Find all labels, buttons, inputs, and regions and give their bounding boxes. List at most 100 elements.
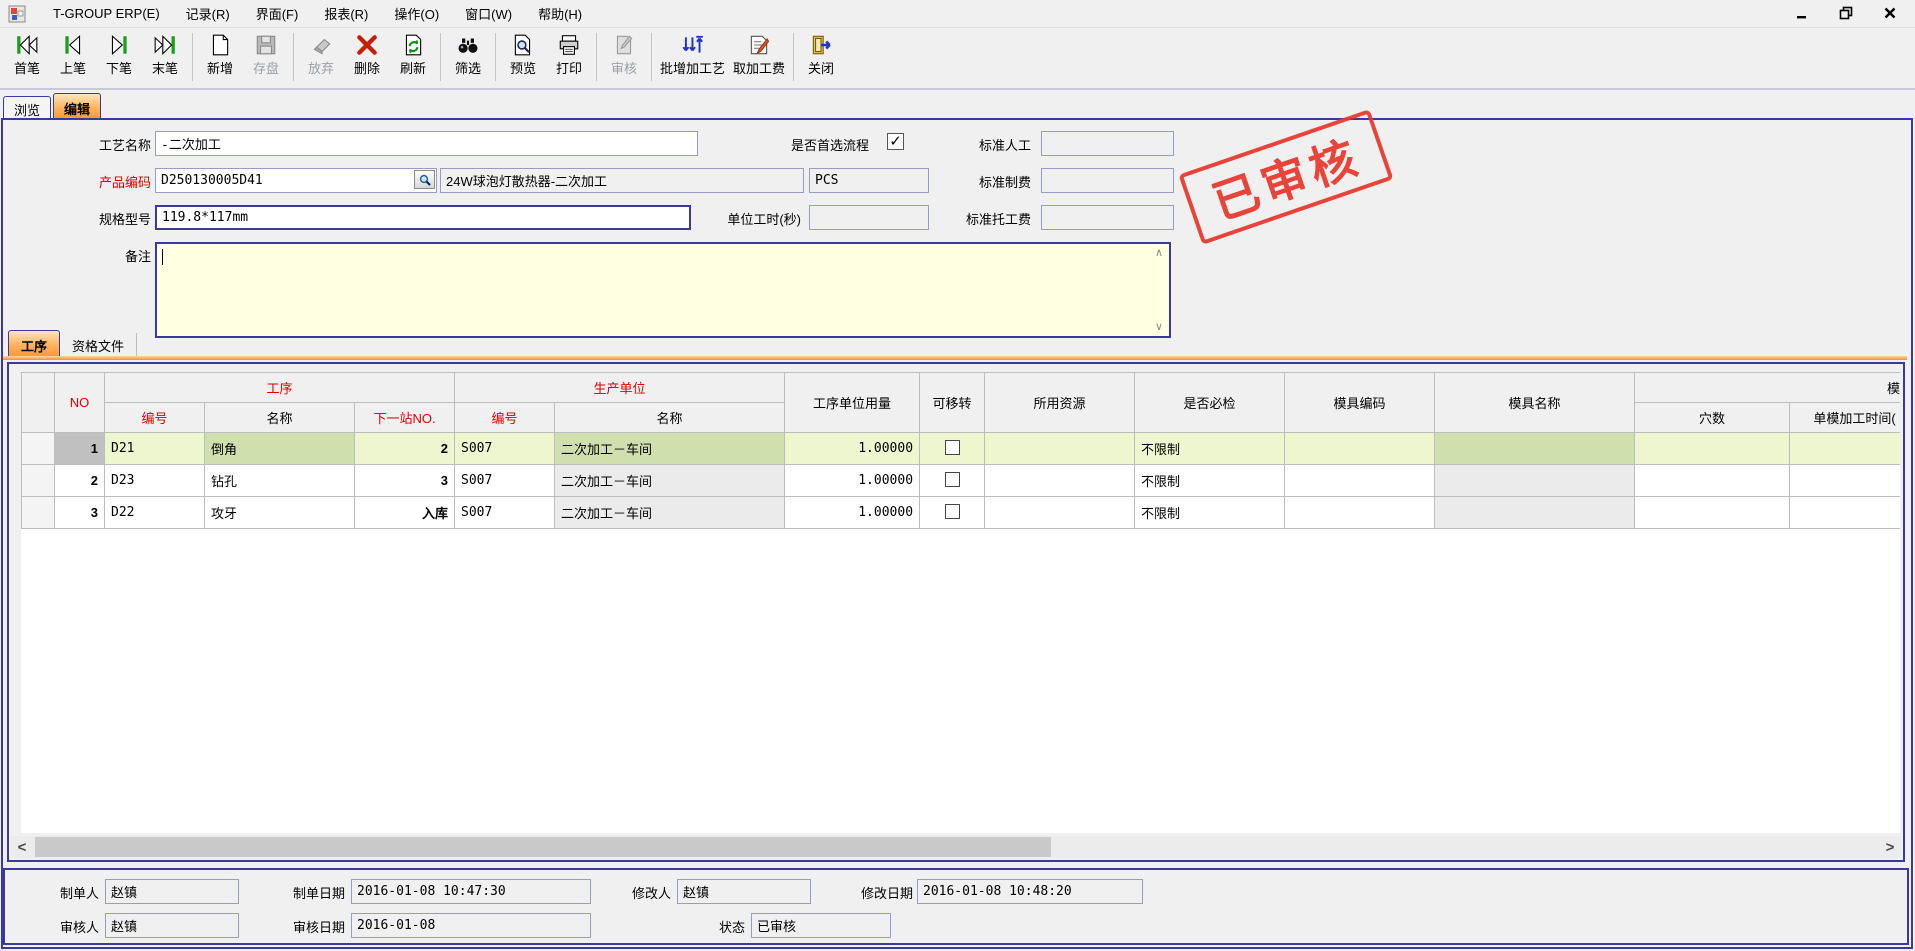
magnifier-icon: [418, 173, 432, 187]
horizontal-scrollbar[interactable]: < >: [11, 836, 1901, 858]
preferred-flow-checkbox[interactable]: ✓: [887, 133, 904, 150]
cell-movable[interactable]: [920, 497, 985, 529]
menu-item-tgroup-erp[interactable]: T-GROUP ERP(E): [40, 2, 173, 25]
cell-mold-name[interactable]: [1435, 465, 1635, 497]
refresh-button[interactable]: 刷新: [390, 30, 436, 78]
product-lookup-button[interactable]: [414, 170, 435, 189]
cell-resource[interactable]: [985, 465, 1135, 497]
last-record-icon: [152, 32, 178, 58]
cell-must-check[interactable]: 不限制: [1135, 497, 1285, 529]
cell-process-name[interactable]: 倒角: [205, 433, 355, 465]
cell-next-station[interactable]: 3: [355, 465, 455, 497]
table-row: 2 D23 钻孔 3 S007 二次加工－车间 1.00000 不限制: [22, 465, 1901, 497]
process-name-input[interactable]: -二次加工: [155, 131, 698, 156]
menu-item-help[interactable]: 帮助(H): [525, 0, 595, 27]
cell-process-code[interactable]: D23: [105, 465, 205, 497]
cell-no[interactable]: 2: [55, 465, 105, 497]
next-record-button[interactable]: 下笔: [96, 30, 142, 78]
cell-resource[interactable]: [985, 497, 1135, 529]
product-code-input[interactable]: D250130005D41: [155, 168, 437, 193]
remark-textarea[interactable]: ∧ ∨: [155, 242, 1171, 338]
batch-add-process-button[interactable]: 批增加工艺: [656, 30, 729, 78]
cell-unit-name[interactable]: 二次加工－车间: [555, 465, 785, 497]
cell-unit-code[interactable]: S007: [455, 433, 555, 465]
close-window-button[interactable]: 关闭: [798, 30, 844, 78]
cell-process-code[interactable]: D21: [105, 433, 205, 465]
filter-button[interactable]: 筛选: [445, 30, 491, 78]
cell-movable[interactable]: [920, 465, 985, 497]
preview-button[interactable]: 预览: [500, 30, 546, 78]
cell-unit-qty[interactable]: 1.00000: [785, 497, 920, 529]
spec-input[interactable]: 119.8*117mm: [155, 205, 691, 230]
menu-item-interface[interactable]: 界面(F): [243, 0, 312, 27]
scroll-right-icon[interactable]: >: [1879, 836, 1901, 858]
cell-cavity[interactable]: [1635, 433, 1790, 465]
cell-next-station[interactable]: 入库: [355, 497, 455, 529]
cell-process-name[interactable]: 攻牙: [205, 497, 355, 529]
cell-must-check[interactable]: 不限制: [1135, 465, 1285, 497]
modifier-label: 修改人: [611, 883, 671, 902]
prev-record-button[interactable]: 上笔: [50, 30, 96, 78]
cell-mold-time[interactable]: [1790, 465, 1900, 497]
menu-item-window[interactable]: 窗口(W): [452, 0, 525, 27]
cell-unit-name[interactable]: 二次加工－车间: [555, 433, 785, 465]
cell-mold-code[interactable]: [1285, 433, 1435, 465]
cell-mold-code[interactable]: [1285, 497, 1435, 529]
cell-mold-code[interactable]: [1285, 465, 1435, 497]
first-record-button[interactable]: 首笔: [4, 30, 50, 78]
cell-must-check[interactable]: 不限制: [1135, 433, 1285, 465]
cell-mold-time[interactable]: [1790, 497, 1900, 529]
cell-unit-qty[interactable]: 1.00000: [785, 433, 920, 465]
cell-no[interactable]: 1: [55, 433, 105, 465]
tab-qualification[interactable]: 资格文件: [60, 333, 137, 356]
discard-button[interactable]: 放弃: [298, 30, 344, 78]
audit-button[interactable]: 审核: [601, 30, 647, 78]
cell-mold-time[interactable]: [1790, 433, 1900, 465]
cell-resource[interactable]: [985, 433, 1135, 465]
text-caret: [162, 249, 163, 265]
cell-process-name[interactable]: 钻孔: [205, 465, 355, 497]
refresh-icon: [400, 32, 426, 58]
tab-edit[interactable]: 编辑: [53, 93, 101, 119]
scrollbar-thumb[interactable]: [35, 837, 1051, 857]
new-record-button[interactable]: 新增: [197, 30, 243, 78]
movable-checkbox[interactable]: [945, 440, 960, 455]
cell-process-code[interactable]: D22: [105, 497, 205, 529]
menu-item-report[interactable]: 报表(R): [311, 0, 381, 27]
row-indicator[interactable]: [22, 433, 55, 465]
cell-unit-code[interactable]: S007: [455, 465, 555, 497]
std-labor-field: [1041, 131, 1174, 156]
row-indicator[interactable]: [22, 497, 55, 529]
cell-mold-name[interactable]: [1435, 433, 1635, 465]
cell-unit-qty[interactable]: 1.00000: [785, 465, 920, 497]
cell-no[interactable]: 3: [55, 497, 105, 529]
cell-next-station[interactable]: 2: [355, 433, 455, 465]
print-button[interactable]: 打印: [546, 30, 592, 78]
delete-button[interactable]: 删除: [344, 30, 390, 78]
scroll-down-icon[interactable]: ∨: [1152, 320, 1166, 334]
tab-browse[interactable]: 浏览: [3, 96, 51, 119]
close-window-icon: [808, 32, 834, 58]
tab-process[interactable]: 工序: [8, 330, 60, 356]
restore-icon[interactable]: [1835, 3, 1857, 23]
close-icon[interactable]: [1879, 3, 1901, 23]
preview-icon: [510, 32, 536, 58]
scroll-left-icon[interactable]: <: [11, 836, 33, 858]
row-indicator[interactable]: [22, 465, 55, 497]
save-button[interactable]: 存盘: [243, 30, 289, 78]
cell-mold-name[interactable]: [1435, 497, 1635, 529]
scroll-up-icon[interactable]: ∧: [1152, 246, 1166, 260]
movable-checkbox[interactable]: [945, 504, 960, 519]
cell-unit-code[interactable]: S007: [455, 497, 555, 529]
menu-item-record[interactable]: 记录(R): [173, 0, 243, 27]
get-process-fee-button[interactable]: 取加工费: [729, 30, 789, 78]
cell-movable[interactable]: [920, 433, 985, 465]
movable-checkbox[interactable]: [945, 472, 960, 487]
menu-bar: T-GROUP ERP(E) 记录(R) 界面(F) 报表(R) 操作(O) 窗…: [0, 0, 1915, 28]
cell-unit-name[interactable]: 二次加工－车间: [555, 497, 785, 529]
cell-cavity[interactable]: [1635, 497, 1790, 529]
last-record-button[interactable]: 末笔: [142, 30, 188, 78]
cell-cavity[interactable]: [1635, 465, 1790, 497]
menu-item-operation[interactable]: 操作(O): [381, 0, 452, 27]
minimize-icon[interactable]: [1791, 3, 1813, 23]
